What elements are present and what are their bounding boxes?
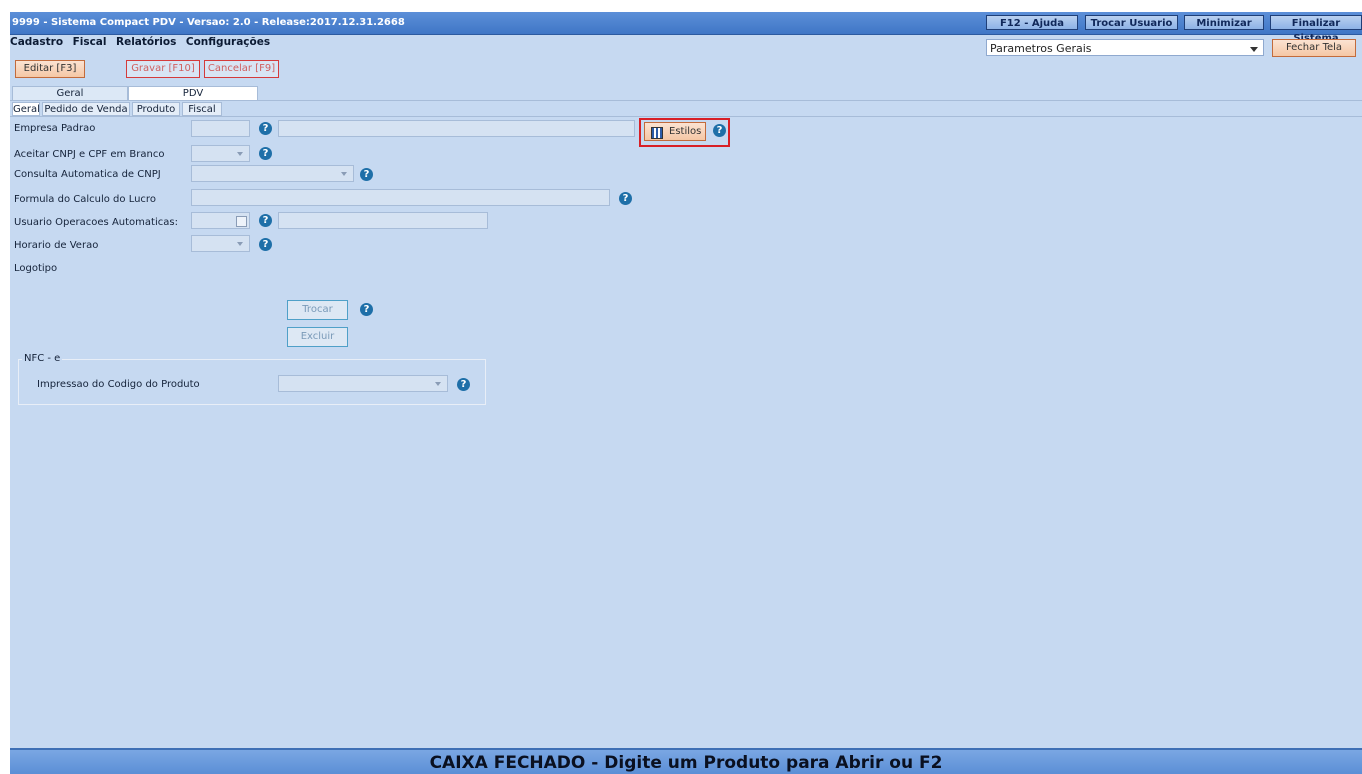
subtab-divider — [10, 116, 1362, 117]
edit-button[interactable]: Editar [F3] — [15, 60, 85, 78]
usuario-operacoes-name-field[interactable] — [278, 212, 488, 229]
tab-geral[interactable]: Geral — [12, 102, 40, 116]
consulta-cnpj-label: Consulta Automatica de CNPJ — [14, 169, 161, 180]
title-bar: 9999 - Sistema Compact PDV - Versao: 2.0… — [10, 12, 1362, 44]
help-icon[interactable]: ? — [259, 214, 272, 227]
app-window: 9999 - Sistema Compact PDV - Versao: 2.0… — [10, 12, 1362, 774]
nfce-group-title: NFC - e — [22, 353, 63, 364]
impressao-codigo-select[interactable] — [278, 375, 448, 392]
tab-produto[interactable]: Produto — [132, 102, 180, 116]
chevron-down-icon — [1250, 47, 1258, 52]
formula-lucro-label: Formula do Calculo do Lucro — [14, 194, 156, 205]
help-icon[interactable]: ? — [619, 192, 632, 205]
estilos-button[interactable]: Estilos — [644, 122, 706, 141]
chevron-down-icon — [435, 382, 441, 386]
tab-pedido-venda[interactable]: Pedido de Venda — [42, 102, 130, 116]
chevron-down-icon — [341, 172, 347, 176]
exit-button[interactable]: Finalizar Sistema — [1270, 15, 1362, 44]
cancel-button[interactable]: Cancelar [F9] — [204, 60, 279, 78]
trocar-button[interactable]: Trocar — [287, 300, 348, 320]
empresa-padrao-label: Empresa Padrao — [14, 123, 96, 134]
tab-geral-top[interactable]: Geral — [12, 86, 128, 100]
horario-verao-label: Horario de Verao — [14, 240, 99, 251]
formula-lucro-field[interactable] — [191, 189, 610, 206]
menu-bar: Cadastro Fiscal Relatórios Configurações — [10, 35, 276, 55]
logotipo-label: Logotipo — [14, 263, 58, 274]
menu-fiscal[interactable]: Fiscal — [73, 36, 107, 48]
excluir-button[interactable]: Excluir — [287, 327, 348, 347]
menu-cadastro[interactable]: Cadastro — [10, 36, 63, 48]
tab-divider — [10, 100, 1362, 101]
screen-select-value: Parametros Gerais — [990, 42, 1092, 55]
window-title: 9999 - Sistema Compact PDV - Versao: 2.0… — [12, 17, 405, 28]
tab-fiscal[interactable]: Fiscal — [182, 102, 222, 116]
estilos-label: Estilos — [669, 126, 702, 137]
help-icon[interactable]: ? — [259, 147, 272, 160]
horario-verao-select[interactable] — [191, 235, 250, 252]
empresa-padrao-name-field[interactable] — [278, 120, 635, 137]
search-icon[interactable] — [236, 216, 247, 227]
usuario-operacoes-label: Usuario Operacoes Automaticas: — [14, 217, 178, 228]
switch-user-button[interactable]: Trocar Usuario — [1085, 15, 1178, 30]
empresa-padrao-code-field[interactable] — [191, 120, 250, 137]
help-icon[interactable]: ? — [457, 378, 470, 391]
save-button[interactable]: Gravar [F10] — [126, 60, 200, 78]
help-icon[interactable]: ? — [360, 168, 373, 181]
chevron-down-icon — [237, 242, 243, 246]
aceitar-cnpj-label: Aceitar CNPJ e CPF em Branco — [14, 149, 165, 160]
menu-configuracoes[interactable]: Configurações — [186, 36, 270, 48]
help-icon[interactable]: ? — [713, 124, 726, 137]
styles-icon — [651, 127, 663, 139]
minimize-button[interactable]: Minimizar — [1184, 15, 1264, 30]
help-icon[interactable]: ? — [360, 303, 373, 316]
consulta-cnpj-select[interactable] — [191, 165, 354, 182]
menu-relatorios[interactable]: Relatórios — [116, 36, 176, 48]
impressao-codigo-label: Impressao do Codigo do Produto — [37, 379, 200, 390]
usuario-operacoes-code-field[interactable] — [191, 212, 250, 229]
close-screen-button[interactable]: Fechar Tela — [1272, 39, 1356, 57]
chevron-down-icon — [237, 152, 243, 156]
help-button[interactable]: F12 - Ajuda — [986, 15, 1078, 30]
aceitar-cnpj-select[interactable] — [191, 145, 250, 162]
screen-select[interactable]: Parametros Gerais — [986, 39, 1264, 56]
help-icon[interactable]: ? — [259, 122, 272, 135]
status-bar: CAIXA FECHADO - Digite um Produto para A… — [10, 748, 1362, 774]
help-icon[interactable]: ? — [259, 238, 272, 251]
tab-pdv[interactable]: PDV — [128, 86, 258, 100]
status-message: CAIXA FECHADO - Digite um Produto para A… — [429, 753, 943, 773]
